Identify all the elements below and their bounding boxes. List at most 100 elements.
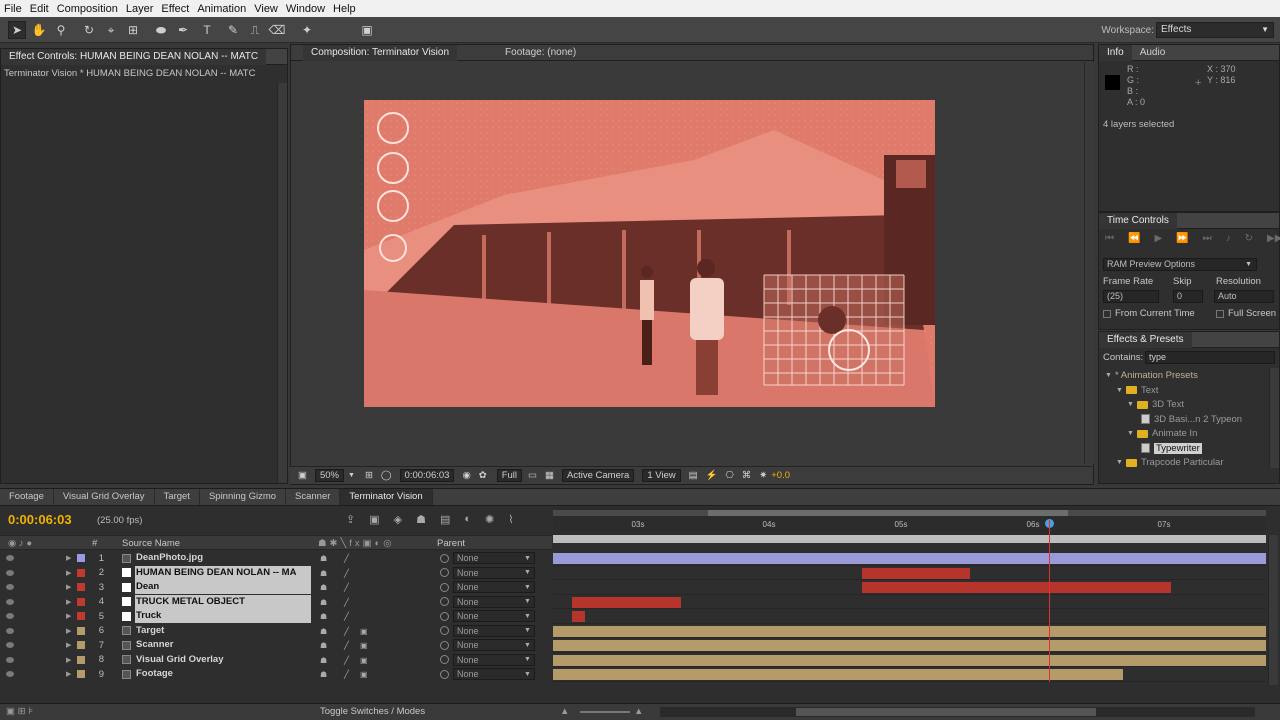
layer-name[interactable]: HUMAN BEING DEAN NOLAN -- MA [135,565,311,580]
next-frame-icon[interactable]: ⏩ [1176,233,1188,244]
layer-track[interactable] [553,638,1266,653]
tab-terminator-vision[interactable]: Terminator Vision [340,489,433,505]
motion-blur-icon[interactable]: ◐ [464,513,471,526]
graph-editor-icon[interactable]: ⌇ [508,513,513,526]
pick-whip-icon[interactable] [440,669,449,679]
shy-switch-icon[interactable]: ☗ [320,627,328,636]
shy-switch-icon[interactable]: ☗ [320,641,328,650]
layer-row[interactable]: ▶ 7 Scanner ☗ ╱ ▣ None ▼ [0,638,552,653]
menu-layer[interactable]: Layer [122,3,158,15]
layer-duration-bar[interactable] [553,640,1266,651]
layer-track[interactable] [553,580,1266,595]
pick-whip-icon[interactable] [440,640,449,650]
magnification-select[interactable]: 50% [314,469,344,482]
camera-view-select[interactable]: Active Camera [562,469,635,482]
first-frame-icon[interactable]: ⏮ [1105,233,1114,244]
disclosure-triangle-icon[interactable]: ▶ [66,627,71,635]
disclosure-triangle-icon[interactable]: ▶ [66,598,71,606]
composition-scrollbar[interactable] [1084,62,1094,464]
layer-name[interactable]: Visual Grid Overlay [135,653,311,667]
layer-duration-bar[interactable] [553,669,1123,680]
layer-track[interactable] [553,566,1266,580]
layer-name[interactable]: Dean [135,580,311,595]
timeline-zoom-slider[interactable] [580,711,630,713]
layer-track[interactable] [553,624,1266,638]
clone-stamp-tool-icon[interactable]: ⎍ [246,21,264,39]
tab-audio[interactable]: Audio [1132,45,1174,61]
layer-row[interactable]: ▶ 1 DeanPhoto.jpg ☗ ╱ None ▼ [0,551,552,566]
loop-icon[interactable]: ↻ [1245,233,1253,244]
pick-whip-icon[interactable] [440,568,449,578]
pen-tool-icon[interactable]: ✒ [174,21,192,39]
mini-flowchart-icon[interactable]: ▣ [369,513,379,526]
disclosure-triangle-icon[interactable]: ▼ [1127,430,1134,437]
disclosure-triangle-icon[interactable]: ▶ [66,612,71,620]
quality-switch-icon[interactable]: ╱ [344,583,352,592]
preset-tree-item[interactable]: Typewriter [1138,442,1202,454]
tab-visual-grid-overlay[interactable]: Visual Grid Overlay [54,489,155,505]
layer-row[interactable]: ▶ 3 Dean ☗ ╱ None ▼ [0,580,552,595]
menu-file[interactable]: File [0,3,26,15]
eye-icon[interactable] [6,627,14,634]
parent-select[interactable]: None [453,653,535,666]
pick-whip-icon[interactable] [440,626,449,636]
collapse-switch-icon[interactable]: ▣ [360,627,368,636]
pick-whip-icon[interactable] [440,655,449,665]
shy-switch-icon[interactable]: ☗ [320,598,328,607]
hand-tool-icon[interactable]: ✋ [30,21,48,39]
effects-search-input[interactable]: type [1145,351,1275,364]
pan-behind-tool-icon[interactable]: ⊞ [124,21,142,39]
exposure-value[interactable]: +0.0 [771,470,790,481]
timeline-icon[interactable]: ⎔ [725,470,733,481]
show-channel-icon[interactable]: ✿ [479,470,487,481]
expand-panes-icon[interactable]: ▣ ⊞ ⊧ [6,706,33,717]
source-name-header[interactable]: Source Name [122,538,180,549]
tab-effect-controls[interactable]: Effect Controls: HUMAN BEING DEAN NOLAN … [1,48,267,65]
transparency-grid-icon[interactable]: ▦ [545,470,554,481]
shy-switch-icon[interactable]: ☗ [320,670,328,679]
shy-switch-icon[interactable]: ☗ [320,554,328,563]
snap-options-icon[interactable]: ▣ [358,21,376,39]
pick-whip-icon[interactable] [440,611,449,621]
timeline-scrollbar[interactable] [1268,535,1278,685]
label-color-swatch[interactable] [77,670,85,679]
skip-select[interactable]: 0 [1173,290,1203,303]
rotate-tool-icon[interactable]: ↻ [80,21,98,39]
parent-select[interactable]: None [453,566,535,579]
collapse-switch-icon[interactable]: ▣ [360,656,368,665]
preset-tree-item[interactable]: ▼ Trapcode Particular [1116,457,1223,468]
preset-tree-item[interactable]: ▼ Animate In [1127,428,1197,439]
parent-select[interactable]: None [453,610,535,623]
pick-whip-icon[interactable] [440,582,449,592]
eye-icon[interactable] [6,598,14,605]
eye-icon[interactable] [6,656,14,663]
disclosure-triangle-icon[interactable]: ▼ [1116,459,1123,466]
layer-duration-bar[interactable] [553,654,1266,666]
parent-select[interactable]: None [453,624,535,637]
layer-row[interactable]: ▶ 8 Visual Grid Overlay ☗ ╱ ▣ None ▼ [0,653,552,668]
eye-icon[interactable] [6,569,14,576]
current-time-display[interactable]: 0:00:06:03 [399,469,455,482]
hide-shy-layers-icon[interactable]: ☗ [416,513,426,526]
zoom-out-icon[interactable]: ▲ [560,706,569,717]
mask-icon[interactable]: ◯ [381,470,392,481]
layer-track[interactable] [553,609,1266,624]
shape-tool-icon[interactable]: ⬬ [152,21,170,39]
preset-tree-item[interactable]: ▼ 3D Text [1127,399,1184,410]
effects-scrollbar[interactable] [1269,368,1279,468]
eye-icon[interactable] [6,584,14,591]
layer-name[interactable]: Footage [135,667,311,681]
disclosure-triangle-icon[interactable]: ▶ [66,641,71,649]
frame-blending-icon[interactable]: ▤ [440,513,450,526]
brush-tool-icon[interactable]: ✎ [224,21,242,39]
quality-switch-icon[interactable]: ╱ [344,612,352,621]
ram-preview-icon[interactable]: ▶▶ [1267,233,1280,244]
layer-duration-bar[interactable] [862,582,1171,593]
pick-whip-icon[interactable] [440,597,449,607]
layer-track[interactable] [553,667,1266,682]
disclosure-triangle-icon[interactable]: ▼ [1127,401,1134,408]
puppet-tool-icon[interactable]: ✦ [298,21,316,39]
eye-icon[interactable] [6,613,14,620]
resolution-select[interactable]: Auto [1214,290,1274,303]
draft-3d-icon[interactable]: ◈ [394,513,402,526]
